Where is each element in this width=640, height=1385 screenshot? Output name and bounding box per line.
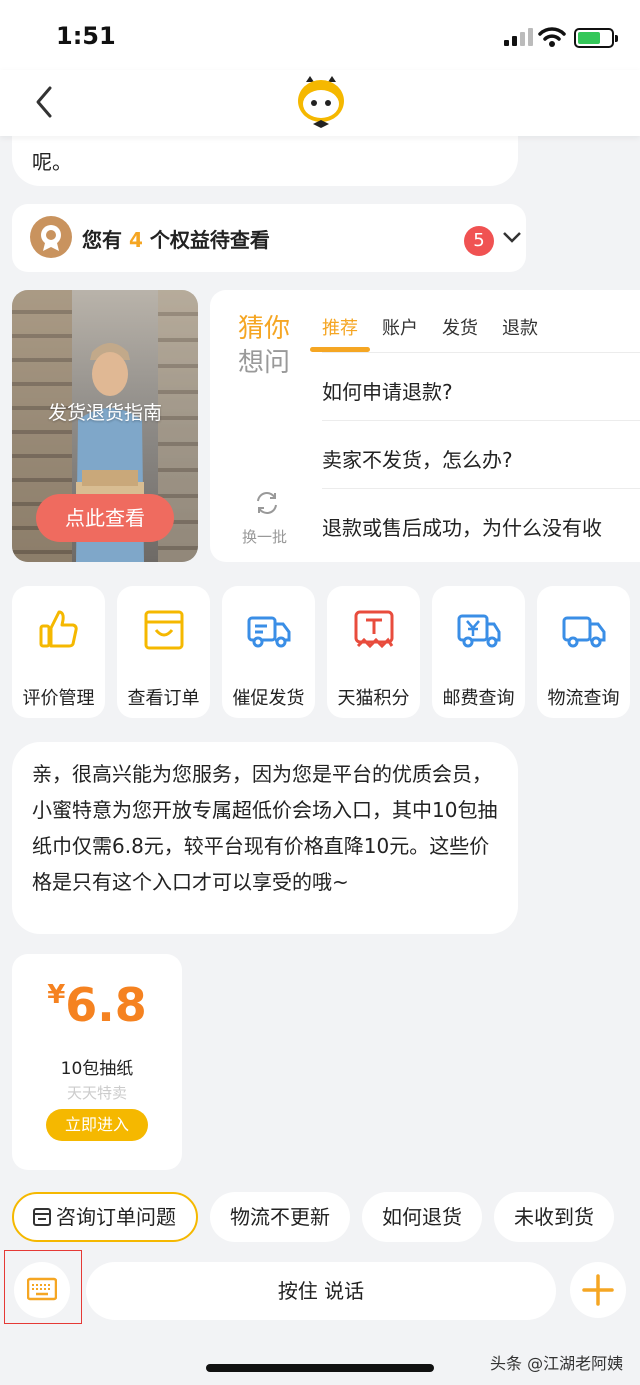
rights-suffix: 个权益待查看: [149, 228, 270, 252]
quick-chips: 咨询订单问题 物流不更新 如何退货 未收到货: [12, 1192, 614, 1242]
shortcut-label: 评价管理: [22, 688, 95, 709]
input-bar: 按住 说话 头条 @江湖老阿姨: [0, 1244, 640, 1385]
rights-banner[interactable]: 您有 4 个权益待查看 5: [12, 204, 526, 272]
rights-badge: 5: [464, 226, 494, 256]
chip-not-received[interactable]: 未收到货: [494, 1192, 614, 1242]
chip-order-question[interactable]: 咨询订单问题: [12, 1192, 198, 1242]
enter-now-button[interactable]: 立即进入: [46, 1109, 148, 1141]
tab-shipping[interactable]: 发货: [442, 314, 478, 352]
chat-bubble-previous: 呢。: [12, 128, 518, 186]
tab-account[interactable]: 账户: [382, 314, 418, 352]
nav-bar: [0, 70, 640, 136]
tab-refund[interactable]: 退款: [502, 314, 538, 352]
divider: [322, 488, 640, 489]
hold-to-talk-button[interactable]: 按住 说话: [86, 1262, 556, 1320]
plus-icon: [582, 1274, 614, 1306]
chat-bubble-promotion: 亲，很高兴能为您服务，因为您是平台的优质会员，小蜜特意为您开放专属超低价会场入口…: [12, 742, 518, 934]
more-button[interactable]: [570, 1262, 626, 1318]
promo-title: 发货退货指南: [47, 402, 162, 424]
refresh-icon[interactable]: [254, 490, 280, 516]
truck-icon: [247, 616, 291, 648]
shortcut-label: 天猫积分: [337, 688, 410, 709]
chip-how-to-return[interactable]: 如何退货: [362, 1192, 482, 1242]
question-item[interactable]: 卖家不发货，怎么办?: [322, 444, 640, 473]
wifi-icon: [538, 27, 566, 47]
thumbs-up-icon: [39, 610, 78, 648]
question-item[interactable]: 如何申请退款?: [322, 376, 640, 405]
order-icon: [33, 1208, 51, 1226]
shortcut-postage-query[interactable]: 邮费查询: [432, 586, 525, 718]
question-item[interactable]: 退款或售后成功，为什么没有收: [322, 512, 640, 541]
medal-icon: [30, 216, 72, 258]
keyboard-toggle-button[interactable]: [14, 1262, 70, 1318]
shortcut-logistics-query[interactable]: 物流查询: [537, 586, 630, 718]
status-time: 1:51: [56, 22, 116, 50]
shortcut-label: 查看订单: [127, 688, 200, 709]
shortcut-label: 催促发货: [232, 688, 305, 709]
shortcut-review-management[interactable]: 评价管理: [12, 586, 105, 718]
tab-recommend[interactable]: 推荐: [310, 314, 370, 352]
logistics-truck-icon: [562, 616, 606, 648]
shortcut-urge-shipping[interactable]: 催促发货: [222, 586, 315, 718]
divider: [322, 352, 640, 353]
shortcut-tmall-points[interactable]: 天猫积分: [327, 586, 420, 718]
assistant-mascot-icon: [298, 76, 344, 128]
price-amount: 6.8: [65, 978, 147, 1032]
guess-title-line2: 想问: [238, 348, 291, 378]
chevron-down-icon[interactable]: [502, 230, 522, 244]
product-name: 10包抽纸: [60, 1059, 134, 1079]
watermark: 头条 @江湖老阿姨: [490, 1354, 624, 1373]
chip-logistics-not-updated[interactable]: 物流不更新: [210, 1192, 350, 1242]
rights-text: 您有 4 个权益待查看: [82, 224, 270, 253]
guess-tabs: 推荐 账户 发货 退款: [310, 314, 562, 352]
postage-truck-icon: [457, 614, 501, 648]
rights-count: 4: [128, 228, 143, 252]
rights-prefix: 您有: [82, 228, 122, 252]
chip-label: 咨询订单问题: [56, 1205, 176, 1229]
keyboard-icon: [27, 1277, 57, 1301]
product-subtitle: 天天特卖: [66, 1084, 127, 1102]
status-bar: 1:51: [0, 0, 640, 70]
shortcut-view-orders[interactable]: 查看订单: [117, 586, 210, 718]
shortcut-row: 评价管理 查看订单 催促发货 天猫积分 邮费查询 物流查询: [12, 586, 630, 718]
shortcut-label: 物流查询: [547, 688, 620, 709]
cellular-signal-icon: [504, 28, 533, 46]
order-box-icon: [144, 610, 184, 650]
guess-questions-card: 猜你 想问 换一批 推荐 账户 发货 退款 如何申请退款? 卖家不发货，怎么办?…: [210, 290, 640, 562]
battery-icon: [574, 28, 618, 48]
product-price: ¥6.8: [12, 978, 182, 1032]
chat-bubble-text: 亲，很高兴能为您服务，因为您是平台的优质会员，小蜜特意为您开放专属超低价会场入口…: [32, 762, 498, 894]
view-guide-button[interactable]: 点此查看: [36, 494, 174, 542]
currency-symbol: ¥: [47, 980, 66, 1010]
chat-bubble-text: 呢。: [32, 150, 72, 174]
tmall-points-icon: [354, 610, 394, 649]
guess-title-line1: 猜你: [238, 314, 291, 344]
divider: [322, 420, 640, 421]
shortcut-label: 邮费查询: [442, 688, 515, 709]
refresh-label[interactable]: 换一批: [242, 526, 287, 547]
shipping-return-guide-card[interactable]: 发货退货指南 点此查看: [12, 290, 198, 562]
home-indicator: [206, 1364, 434, 1372]
product-card[interactable]: ¥6.8 10包抽纸 天天特卖 立即进入: [12, 954, 182, 1170]
back-arrow-icon[interactable]: [28, 84, 64, 120]
